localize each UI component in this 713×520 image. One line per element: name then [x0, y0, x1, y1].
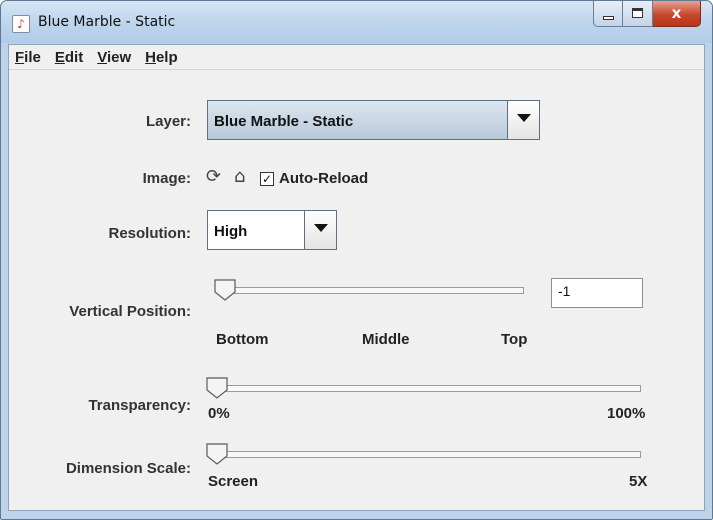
- checkmark-icon: ✓: [261, 172, 273, 186]
- dimension-scale-slider-thumb[interactable]: [205, 442, 229, 466]
- minimize-button[interactable]: [593, 1, 623, 27]
- maximize-button[interactable]: [623, 1, 653, 27]
- tick-label-middle: Middle: [362, 331, 410, 348]
- menu-file[interactable]: File: [13, 49, 41, 66]
- minimize-icon: [603, 16, 614, 20]
- close-icon: x: [671, 4, 682, 22]
- tick-label-top: Top: [501, 331, 528, 348]
- title-bar[interactable]: ♪ Blue Marble - Static x: [1, 1, 712, 43]
- vertical-position-label: Vertical Position:: [69, 303, 191, 320]
- resolution-label: Resolution:: [108, 225, 192, 242]
- dimension-scale-label: Dimension Scale:: [65, 460, 191, 477]
- app-window: ♪ Blue Marble - Static x File Edit View …: [0, 0, 713, 520]
- dimension-scale-max-label: 5X: [629, 473, 648, 490]
- chevron-down-icon: [517, 114, 531, 122]
- window-title: Blue Marble - Static: [38, 14, 176, 30]
- auto-reload-label: Auto-Reload: [279, 170, 369, 187]
- vertical-position-field[interactable]: -1: [551, 278, 643, 308]
- image-label: Image:: [142, 170, 191, 187]
- vertical-position-slider-thumb[interactable]: [213, 278, 237, 302]
- transparency-slider-thumb[interactable]: [205, 376, 229, 400]
- client-area: File Edit View Help Layer: Blue Marble -…: [8, 44, 705, 511]
- transparency-min-label: 0%: [208, 405, 230, 422]
- menu-view[interactable]: View: [95, 49, 131, 66]
- layer-label: Layer:: [145, 113, 191, 130]
- dimension-scale-track[interactable]: [209, 451, 641, 458]
- layer-dropdown-button[interactable]: [507, 101, 539, 139]
- resolution-dropdown-button[interactable]: [304, 211, 336, 249]
- save-icon[interactable]: ⌂: [234, 167, 245, 187]
- auto-reload-checkbox[interactable]: ✓: [260, 172, 274, 186]
- resolution-combobox[interactable]: High: [207, 210, 337, 250]
- dimension-scale-min-label: Screen: [208, 473, 259, 490]
- transparency-label: Transparency:: [88, 397, 191, 414]
- tick-label-bottom: Bottom: [216, 331, 269, 348]
- layer-combobox[interactable]: Blue Marble - Static: [207, 100, 540, 140]
- vertical-position-track[interactable]: [217, 287, 524, 294]
- menu-bar: File Edit View Help: [9, 45, 704, 70]
- close-button[interactable]: x: [653, 1, 701, 27]
- resolution-value: High: [214, 223, 248, 240]
- layer-value: Blue Marble - Static: [214, 113, 354, 130]
- menu-edit[interactable]: Edit: [53, 49, 83, 66]
- transparency-max-label: 100%: [607, 405, 646, 422]
- window-controls: x: [593, 1, 701, 28]
- menu-help[interactable]: Help: [143, 49, 178, 66]
- reload-icon[interactable]: ⟳: [206, 167, 221, 187]
- transparency-track[interactable]: [209, 385, 641, 392]
- chevron-down-icon: [314, 224, 328, 232]
- maximize-icon: [632, 8, 643, 18]
- java-app-icon[interactable]: ♪: [12, 15, 30, 33]
